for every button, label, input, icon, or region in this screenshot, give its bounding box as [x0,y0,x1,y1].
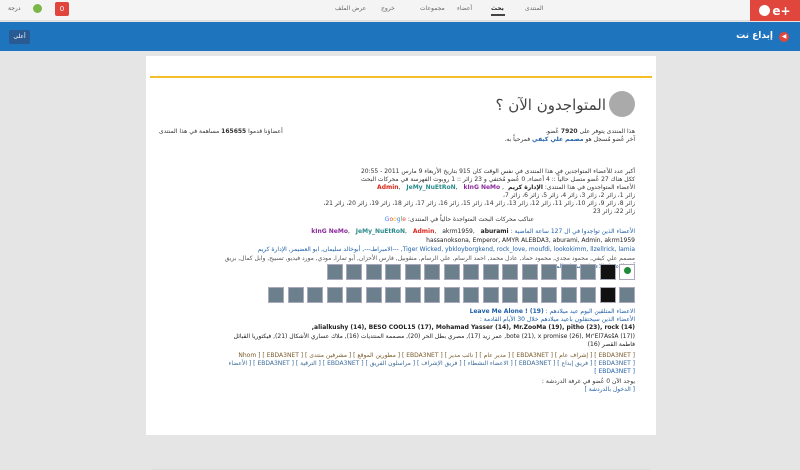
member-avatar[interactable] [365,264,382,280]
recent-members-row-2[interactable]: hassanoksona, Emperor, AMYR ALEBDA3, abu… [426,237,635,244]
recent-members-row-3[interactable]: Tiger Wicked, ybkloyborgkend, rock_love,… [258,246,635,253]
member-avatar[interactable] [307,287,323,303]
member-avatar[interactable] [482,287,499,303]
groups-legend-row-2[interactable]: [ EBDA3NET ] [ فريق إبداع ] [ EBDA3NET ]… [229,360,636,367]
member-avatar[interactable] [502,264,518,280]
member-avatar[interactable] [560,264,577,280]
member-avatar[interactable] [521,264,538,280]
member-avatar[interactable] [619,287,635,303]
notifications-badge[interactable]: 0 [55,2,69,16]
active-menu-underline [491,14,505,16]
menu-members[interactable]: أعضاء [457,5,472,12]
member-avatar[interactable] [580,264,596,280]
online-member[interactable]: JeMy_NuEtRoN [406,184,455,191]
visitors-line-2: زائر 8، زائر 9، زائر 10، زائر 11، زائر 1… [323,200,635,207]
recent-members-row-4[interactable]: مصمم علي كيفي, محمود مجدي, محمود حماد, ع… [225,255,635,262]
degree-icon [33,4,42,13]
member-avatar[interactable] [385,264,401,280]
birthdays-row-1[interactable]: alialkushy (14), BESO COOL15 (17), Moham… [312,324,635,331]
recent-member[interactable]: JeMy_NuEtRoN [356,228,405,235]
member-avatar[interactable] [326,287,343,303]
birthday-member[interactable]: Leave Me Alone ! (19) [470,308,544,315]
member-avatar[interactable] [463,287,479,303]
recent-member[interactable]: aburami [481,228,509,235]
member-avatar[interactable] [287,287,304,303]
content-panel: المتواجدون الآن ؟ هذا المنتدى يتوفر على … [146,56,656,470]
member-avatar[interactable] [424,264,440,280]
member-avatar[interactable] [424,287,440,303]
member-avatar[interactable] [326,264,343,280]
member-avatar[interactable] [404,287,421,303]
online-member[interactable]: kInG NeMo [463,184,500,191]
degree-label[interactable]: درجة [8,5,21,12]
birthdays-row-2[interactable]: (bote (21), x promise (26), Mr'El7AsšA (… [234,333,635,340]
menu-groups[interactable]: مجموعات [420,5,445,12]
search-bots: عناكب محركات البحث المتواجدة حالياً في ا… [384,216,534,223]
chat-count: يوجد الآن 0 عُضو في غرفة الدردشة : [541,378,635,385]
top-navigation-bar: e+ المنتدى بحث أعضاء مجموعات خروج عرض ال… [0,0,800,21]
member-avatar[interactable] [599,264,616,280]
menu-profile[interactable]: عرض الملف [335,5,366,12]
chat-join-link[interactable]: [ الدخول بالدردشة ] [584,386,635,393]
member-avatar[interactable] [502,287,518,303]
member-avatar[interactable] [385,287,401,303]
online-total: ككل هناك 27 عُضو متصل حالياً :: 4 أعضاء,… [360,176,635,183]
menu-logout[interactable]: خروج [381,5,395,12]
recent-members: الأعضاء الذين تواجدوا في ال 127 ساعة الم… [311,228,635,235]
site-logo[interactable]: e+ [750,0,800,21]
stats-posts: أعضاؤنا قدموا 165655 مساهمة في هذا المنت… [159,128,283,135]
back-arrow-icon[interactable]: ◀ [779,32,789,42]
visitors-line-3: زائر 22، زائر 23 [592,208,635,215]
member-avatar[interactable] [268,287,284,303]
member-avatar[interactable] [404,264,421,280]
member-avatar[interactable] [521,287,538,303]
birthdays-row-3[interactable]: فاطمة القصر (16) [588,341,635,348]
member-avatar[interactable] [599,287,616,303]
section-divider [150,76,652,78]
member-avatar[interactable] [541,287,557,303]
member-avatar[interactable] [541,264,557,280]
member-avatar[interactable] [463,264,479,280]
member-avatar[interactable] [365,287,382,303]
top-button[interactable]: أعلى [9,30,30,44]
stats-members: هذا المنتدى يتوفر على 7920 عُضو. [545,128,635,135]
online-section-icon [609,91,635,117]
online-member[interactable]: Admin [377,184,399,191]
google-bot-link[interactable]: Google [385,216,406,223]
groups-legend-row-3[interactable]: [ EBDA3NET ] [594,368,635,375]
member-avatar[interactable] [346,264,362,280]
forum-title[interactable]: إبداع نت [736,31,773,41]
groups-legend-row-1[interactable]: [ EBDA3NET ] [ إشراف عام ] [ EBDA3NET ] … [238,352,635,359]
member-avatar[interactable] [619,264,635,280]
forum-header-bar: ◀ إبداع نت [0,22,800,51]
birthdays-today: الاعضاء المتلقين اليوم عيد ميلادهم : Lea… [469,308,635,315]
online-title: المتواجدون الآن ؟ [495,96,607,114]
birthdays-upcoming-label: الأعضاء الذين سيحتفلون باعيد ميلادهم خلا… [479,316,635,323]
member-avatar[interactable] [580,287,596,303]
online-record: أكبر عدد للأعضاء المتواجدين في هذا المنت… [360,168,635,175]
member-avatar[interactable] [346,287,362,303]
menu-search[interactable]: بحث [491,5,504,12]
visitors-line-1: زائر 1، زائر 2، زائر 3، زائر 4، زائر 5، … [503,192,635,199]
menu-forum[interactable]: المنتدى [525,5,543,12]
member-avatar[interactable] [443,264,460,280]
online-members-list: الأعضاء المتواجدون في هذا المنتدى: الإدا… [377,184,635,191]
recent-member[interactable]: kInG NeMo [311,228,348,235]
member-avatar[interactable] [560,287,577,303]
online-member[interactable]: الإدارة كريم [508,184,543,191]
member-avatar[interactable] [482,264,499,280]
member-avatar[interactable] [443,287,460,303]
stats-newest: آخر عُضو مُسجل هو مصمم علي كيفي فمرحباً … [504,136,635,143]
recent-member[interactable]: akrm1959 [442,228,473,235]
recent-member[interactable]: Admin [413,228,435,235]
